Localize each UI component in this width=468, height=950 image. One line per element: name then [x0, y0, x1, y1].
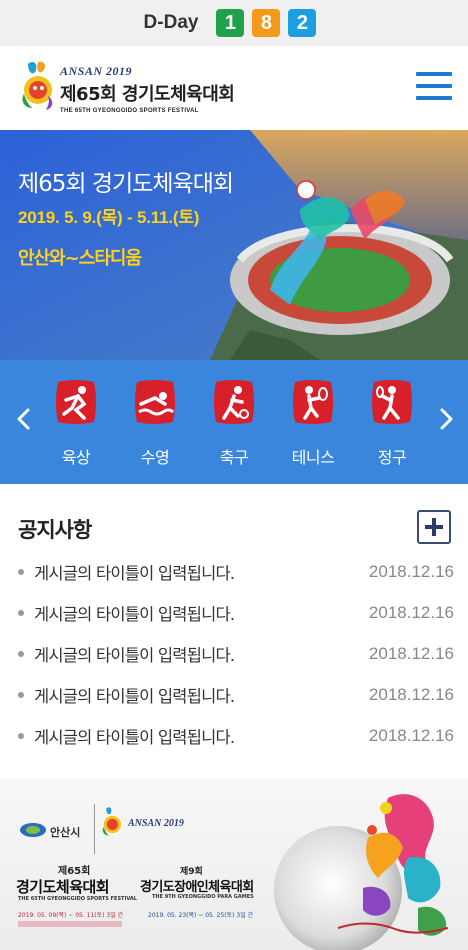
notice-row-date: 2018.12.16 [368, 644, 454, 663]
sports-carousel: 육상 수영 축구 테니스 정구 [0, 360, 468, 484]
logo-ansan-text: ANSAN 2019 [60, 64, 133, 78]
banner-right-subtitle: THE 9TH GYEONGGIDO PARA GAMES [152, 894, 254, 900]
sport-item-athletics[interactable]: 육상 [48, 378, 104, 468]
soft-tennis-icon [372, 380, 412, 424]
ansan-city-logo-icon [20, 823, 46, 837]
banner-left-edition: 제65회 [58, 866, 91, 877]
bullet-icon [18, 651, 24, 657]
bullet-icon [18, 569, 24, 575]
tennis-icon [293, 380, 333, 424]
dday-digit-2: 8 [252, 9, 281, 37]
banner-left-subtitle: THE 65TH GYEONGGIDO SPORTS FESTIVAL [18, 896, 137, 902]
menu-bar-icon [416, 96, 452, 100]
sport-label: 테니스 [291, 448, 335, 467]
logo-title-text: 제65회 경기도체육대회 [60, 84, 235, 105]
menu-bar-icon [416, 72, 452, 76]
bullet-icon [18, 692, 24, 698]
logo-subtitle-text: THE 65TH GYEONGGIDO SPORTS FESTIVAL [60, 108, 199, 114]
sport-label: 축구 [219, 448, 249, 467]
banner-left-date: 2019. 05. 09(목) ~ 05. 11(토) 3일 간 [18, 912, 124, 919]
banner-city: 안산시 [50, 826, 81, 839]
hero-title: 제65회 경기도체육대회 [18, 171, 234, 197]
notice-more-button[interactable] [417, 510, 451, 544]
dday-label: D-Day [143, 12, 199, 33]
notice-row-date: 2018.12.16 [368, 726, 454, 745]
banner-left-title: 경기도체육대회 [16, 878, 110, 896]
banner-right-date: 2019. 05. 23(목) ~ 05. 25(토) 3일 간 [148, 912, 254, 919]
sport-label: 육상 [61, 448, 91, 467]
notice-row-title: 게시글의 타이틀이 입력됩니다. [34, 687, 235, 706]
hero-date: 2019. 5. 9.(목) - 5.11.(토) [18, 208, 200, 227]
notice-row-title: 게시글의 타이틀이 입력됩니다. [34, 564, 235, 583]
prev-arrow-icon[interactable] [14, 404, 34, 434]
notice-title: 공지사항 [18, 518, 92, 542]
notice-row[interactable]: 게시글의 타이틀이 입력됩니다. 2018.12.16 [18, 634, 454, 674]
site-logo[interactable]: ANSAN 2019 제65회 경기도체육대회 THE 65TH GYEONGG… [0, 46, 260, 130]
notice-row[interactable]: 게시글의 타이틀이 입력됩니다. 2018.12.16 [18, 593, 454, 633]
notice-row[interactable]: 게시글의 타이틀이 입력됩니다. 2018.12.16 [18, 675, 454, 715]
festival-mascot-icon [22, 61, 53, 110]
notice-row-date: 2018.12.16 [368, 603, 454, 622]
banner-right-title: 경기도장애인체육대회 [140, 880, 254, 895]
notice-row-date: 2018.12.16 [368, 685, 454, 704]
notice-section: 공지사항 게시글의 타이틀이 입력됩니다. 2018.12.16 게시글의 타이… [0, 484, 468, 774]
swimming-icon [135, 380, 175, 424]
notice-row-title: 게시글의 타이틀이 입력됩니다. [34, 728, 235, 747]
athletes-sphere-illustration [274, 794, 449, 950]
notice-row-title: 게시글의 타이틀이 입력됩니다. [34, 646, 235, 665]
banner-divider [94, 804, 95, 854]
site-header: ANSAN 2019 제65회 경기도체육대회 THE 65TH GYEONGG… [0, 46, 468, 130]
dday-bar: D-Day 1 8 2 [0, 0, 468, 46]
sport-item-tennis[interactable]: 테니스 [285, 378, 341, 468]
notice-row-title: 게시글의 타이틀이 입력됩니다. [34, 605, 235, 624]
soccer-icon [214, 380, 254, 424]
sport-item-soft-tennis[interactable]: 정구 [364, 378, 420, 468]
banner-ansan: ANSAN 2019 [128, 818, 184, 829]
menu-bar-icon [416, 84, 452, 88]
dday-digit-3: 2 [288, 9, 317, 37]
dday-digit-1: 1 [216, 9, 245, 37]
athletics-icon [56, 380, 96, 424]
banner-left-date-bar [18, 921, 122, 927]
sport-label: 정구 [377, 448, 407, 467]
next-arrow-icon[interactable] [436, 404, 456, 434]
hamburger-menu-button[interactable] [416, 72, 452, 102]
notice-row-date: 2018.12.16 [368, 562, 454, 581]
festival-mascot-icon [102, 807, 121, 836]
bullet-icon [18, 610, 24, 616]
promo-banner[interactable]: 안산시 ANSAN 2019 제65회 경기도체육대회 THE 65TH GYE… [0, 778, 468, 950]
notice-row[interactable]: 게시글의 타이틀이 입력됩니다. 2018.12.16 [18, 552, 454, 592]
sport-item-swimming[interactable]: 수영 [127, 378, 183, 468]
hero-venue: 안산와~스타디움 [18, 248, 142, 269]
hero-banner[interactable]: 제65회 경기도체육대회 2019. 5. 9.(목) - 5.11.(토) 안… [0, 130, 468, 360]
bullet-icon [18, 733, 24, 739]
sport-label: 수영 [140, 448, 170, 467]
notice-row[interactable]: 게시글의 타이틀이 입력됩니다. 2018.12.16 [18, 716, 454, 756]
sport-item-soccer[interactable]: 축구 [206, 378, 262, 468]
